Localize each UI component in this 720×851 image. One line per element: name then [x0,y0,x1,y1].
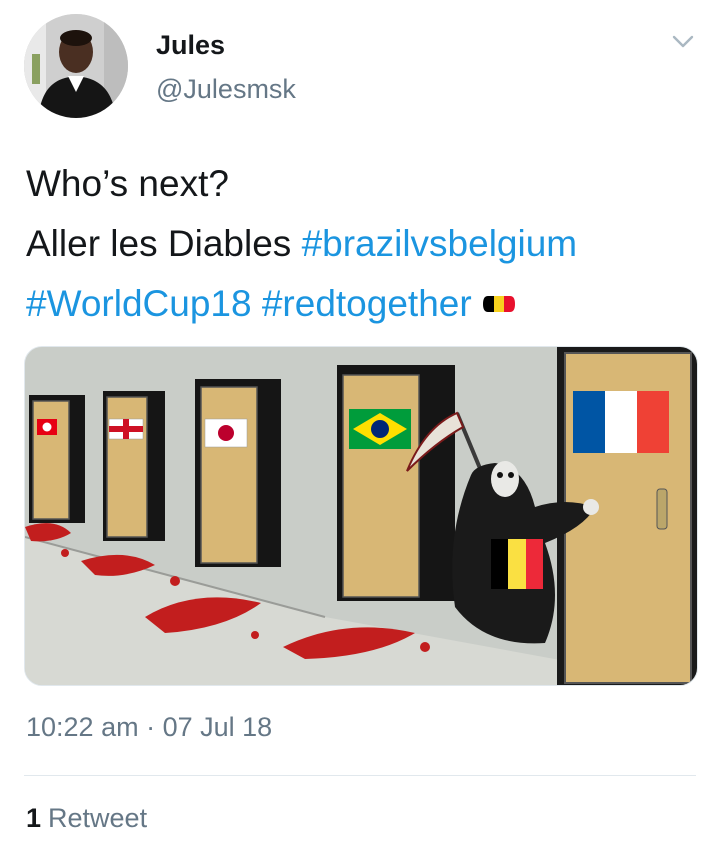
retweet-stats[interactable]: 1 Retweet [26,803,147,834]
belgium-flag-emoji [482,273,516,333]
door-england [103,391,165,541]
meme-illustration [25,347,697,685]
tweet-text-segment: Aller les Diables [26,223,302,264]
avatar[interactable] [24,14,128,118]
door-brazil [337,365,455,601]
tweet-line-1: Who’s next? [26,163,229,204]
tweet-date: 07 Jul 18 [162,712,273,742]
chevron-down-icon[interactable] [670,28,696,54]
door-japan [195,379,281,567]
tweet-line-2: Aller les Diables #brazilvsbelgium [26,214,706,274]
tweet-text: Who’s next? Aller les Diables #brazilvsb… [26,154,706,334]
timestamp-separator: · [138,712,163,742]
tweet-timestamp[interactable]: 10:22 am · 07 Jul 18 [26,712,272,743]
retweet-label: Retweet [48,803,148,833]
tweet-image[interactable] [24,346,698,686]
retweet-count: 1 [26,803,42,833]
tweet-line-3: #WorldCup18 #redtogether [26,274,706,334]
display-name[interactable]: Jules [156,30,225,61]
user-handle[interactable]: @Julesmsk [156,74,296,105]
avatar-photo [24,14,128,118]
hashtag-link[interactable]: #WorldCup18 [26,283,252,324]
tweet-time: 10:22 am [26,712,139,742]
door-tunisia [29,395,85,523]
hashtag-link[interactable]: #brazilvsbelgium [302,223,578,264]
divider [24,775,696,776]
hashtag-link[interactable]: #redtogether [262,283,472,324]
